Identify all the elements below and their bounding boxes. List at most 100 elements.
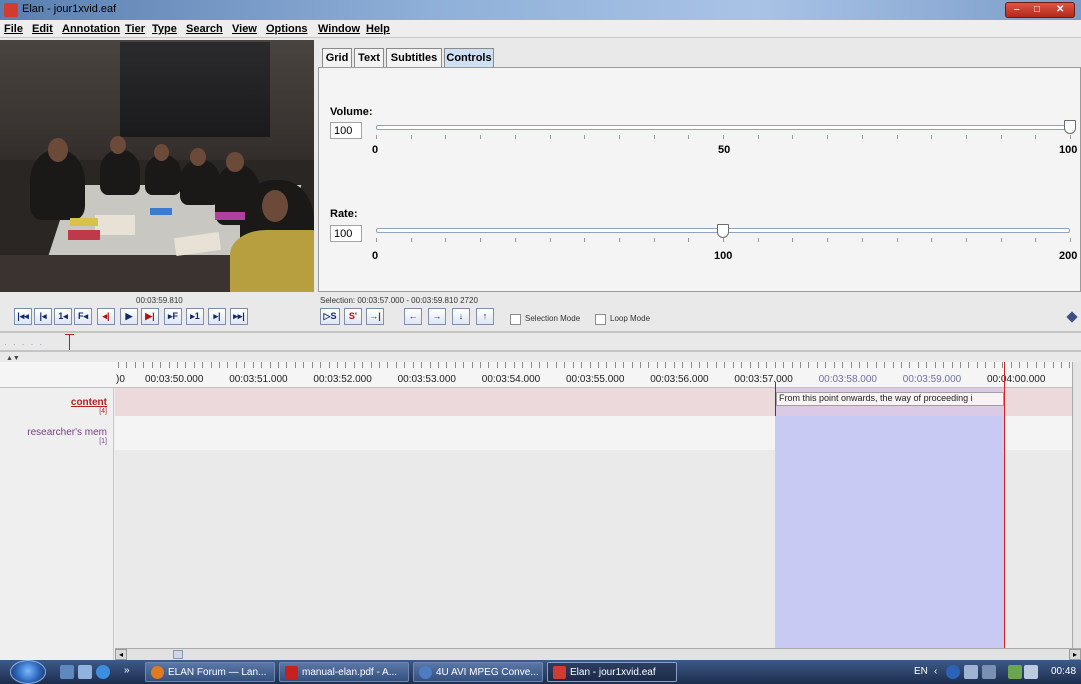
menu-tier[interactable]: Tier	[125, 23, 145, 35]
tab-subtitles[interactable]: Subtitles	[386, 48, 442, 67]
device-icon[interactable]	[982, 665, 996, 679]
menu-edit[interactable]: Edit	[32, 23, 53, 35]
internet-explorer-icon[interactable]	[96, 665, 110, 679]
volume-icon[interactable]	[1024, 665, 1038, 679]
loop-mode-checkbox[interactable]	[595, 314, 606, 325]
ruler-tick	[412, 362, 414, 368]
video-viewer[interactable]	[0, 40, 314, 292]
ruler-label: 00:03:57.000	[734, 374, 793, 385]
previous-frame-button[interactable]: F◂	[74, 308, 92, 325]
slider-tick	[688, 238, 690, 242]
annotation-below-button[interactable]: ↓	[452, 308, 470, 325]
slider-tick	[480, 238, 482, 242]
clock[interactable]: 00:48	[1051, 666, 1076, 677]
ruler-tick	[749, 362, 751, 368]
elan-icon	[553, 666, 566, 679]
menu-file[interactable]: File	[4, 23, 23, 35]
ruler-tick	[547, 362, 549, 368]
volume-slider-thumb[interactable]	[1064, 120, 1076, 134]
menu-options[interactable]: Options	[266, 23, 308, 35]
ruler-tick	[353, 362, 355, 368]
tab-text[interactable]: Text	[354, 48, 384, 67]
task-elan-forum[interactable]: ELAN Forum — Lan...	[145, 662, 275, 682]
rate-slider-thumb[interactable]	[717, 224, 729, 238]
crosshair-line[interactable]	[1004, 362, 1005, 662]
menu-annotation[interactable]: Annotation	[62, 23, 120, 35]
ruler-tick	[126, 362, 128, 368]
task-elan[interactable]: Elan - jour1xvid.eaf	[547, 662, 677, 682]
volume-input[interactable]: 100	[330, 122, 362, 139]
go-to-begin-button[interactable]: |◂◂	[14, 308, 32, 325]
tier-name-content[interactable]: content	[71, 397, 107, 408]
ruler-tick	[757, 362, 759, 368]
ruler-tick	[320, 362, 322, 368]
scroll-right-button[interactable]: ▸	[1069, 649, 1081, 660]
timeline-collapse-icon[interactable]: ▲▼	[6, 355, 20, 362]
timeline-vertical-scrollbar[interactable]	[1072, 362, 1081, 648]
window-controls[interactable]: – □ ✕	[1005, 2, 1075, 18]
tab-controls[interactable]: Controls	[444, 48, 494, 67]
start-button[interactable]	[10, 660, 46, 684]
slider-tick	[723, 238, 724, 242]
annotation[interactable]: From this point onwards, the way of proc…	[776, 392, 1004, 406]
tray-expand-icon[interactable]: ‹	[934, 666, 937, 677]
previous-scrollview-button[interactable]: |◂	[34, 308, 52, 325]
scroll-left-button[interactable]: ◂	[115, 649, 127, 660]
ruler-tick	[202, 362, 204, 368]
next-scrollview-button[interactable]: ▸|	[208, 308, 226, 325]
menu-view[interactable]: View	[232, 23, 257, 35]
timeline-horizontal-scrollbar[interactable]: ◂ ▸	[115, 648, 1081, 660]
next-second-button[interactable]: ▸1	[186, 308, 204, 325]
maximize-icon[interactable]: □	[1034, 4, 1040, 15]
quick-launch-more-icon[interactable]: »	[124, 665, 130, 676]
controls-panel: Volume: 100 0 50 100 Rate: 100 0 100 200	[318, 67, 1081, 292]
timeline-viewer[interactable]: )0 00:03:50.000 00:03:51.000 00:03:52.000 0…	[0, 362, 1081, 662]
next-pixel-button[interactable]: ▶|	[141, 308, 159, 325]
previous-pixel-button[interactable]: ◂|	[97, 308, 115, 325]
previous-annotation-button[interactable]: ←	[404, 308, 422, 325]
slider-tick	[410, 238, 412, 242]
task-avi-converter[interactable]: 4U AVI MPEG Conve...	[413, 662, 543, 682]
network-icon[interactable]	[964, 665, 978, 679]
menu-window[interactable]: Window	[318, 23, 360, 35]
security-icon[interactable]	[1008, 665, 1022, 679]
tier-count-researchers-mem: [1]	[99, 438, 107, 445]
ruler-tick	[345, 362, 347, 368]
show-desktop-icon[interactable]	[60, 665, 74, 679]
menu-help[interactable]: Help	[366, 23, 390, 35]
task-manual-pdf[interactable]: manual-elan.pdf - A...	[279, 662, 409, 682]
next-frame-button[interactable]: ▸F	[164, 308, 182, 325]
previous-second-button[interactable]: 1◂	[54, 308, 72, 325]
ruler-tick	[724, 362, 726, 368]
volume-slider[interactable]	[376, 125, 1070, 130]
ruler-tick	[1018, 362, 1020, 368]
next-annotation-button[interactable]: →	[428, 308, 446, 325]
play-selection-button[interactable]: ▷S	[320, 308, 340, 325]
menu-type[interactable]: Type	[152, 23, 177, 35]
ruler-label: 00:03:56.000	[650, 374, 709, 385]
switch-windows-icon[interactable]	[78, 665, 92, 679]
tab-grid[interactable]: Grid	[322, 48, 352, 67]
close-icon[interactable]: ✕	[1056, 4, 1064, 15]
ruler-tick	[1061, 362, 1063, 368]
help-icon[interactable]	[946, 665, 960, 679]
divider	[0, 331, 1081, 333]
tier-name-researchers-mem[interactable]: researcher's mem	[27, 427, 107, 438]
slider-tick	[445, 238, 447, 242]
scroll-thumb[interactable]	[173, 650, 183, 659]
rate-input[interactable]: 100	[330, 225, 362, 242]
slider-tick	[653, 135, 655, 139]
selection-boundary-button[interactable]: →|	[366, 308, 384, 325]
go-to-end-button[interactable]: ▸▸|	[230, 308, 248, 325]
expand-diamond-icon[interactable]	[1066, 311, 1078, 323]
selection-region[interactable]	[775, 388, 1005, 662]
minimize-icon[interactable]: –	[1014, 4, 1020, 15]
menu-search[interactable]: Search	[186, 23, 223, 35]
clear-selection-button[interactable]: S'	[344, 308, 362, 325]
language-indicator[interactable]: EN	[914, 666, 928, 677]
selection-mode-checkbox[interactable]	[510, 314, 521, 325]
play-button[interactable]: ▶	[120, 308, 138, 325]
time-ruler[interactable]: )0 00:03:50.000 00:03:51.000 00:03:52.000 0…	[0, 362, 1081, 388]
annotation-above-button[interactable]: ↑	[476, 308, 494, 325]
title-bar: Elan - jour1xvid.eaf – □ ✕	[0, 0, 1081, 20]
